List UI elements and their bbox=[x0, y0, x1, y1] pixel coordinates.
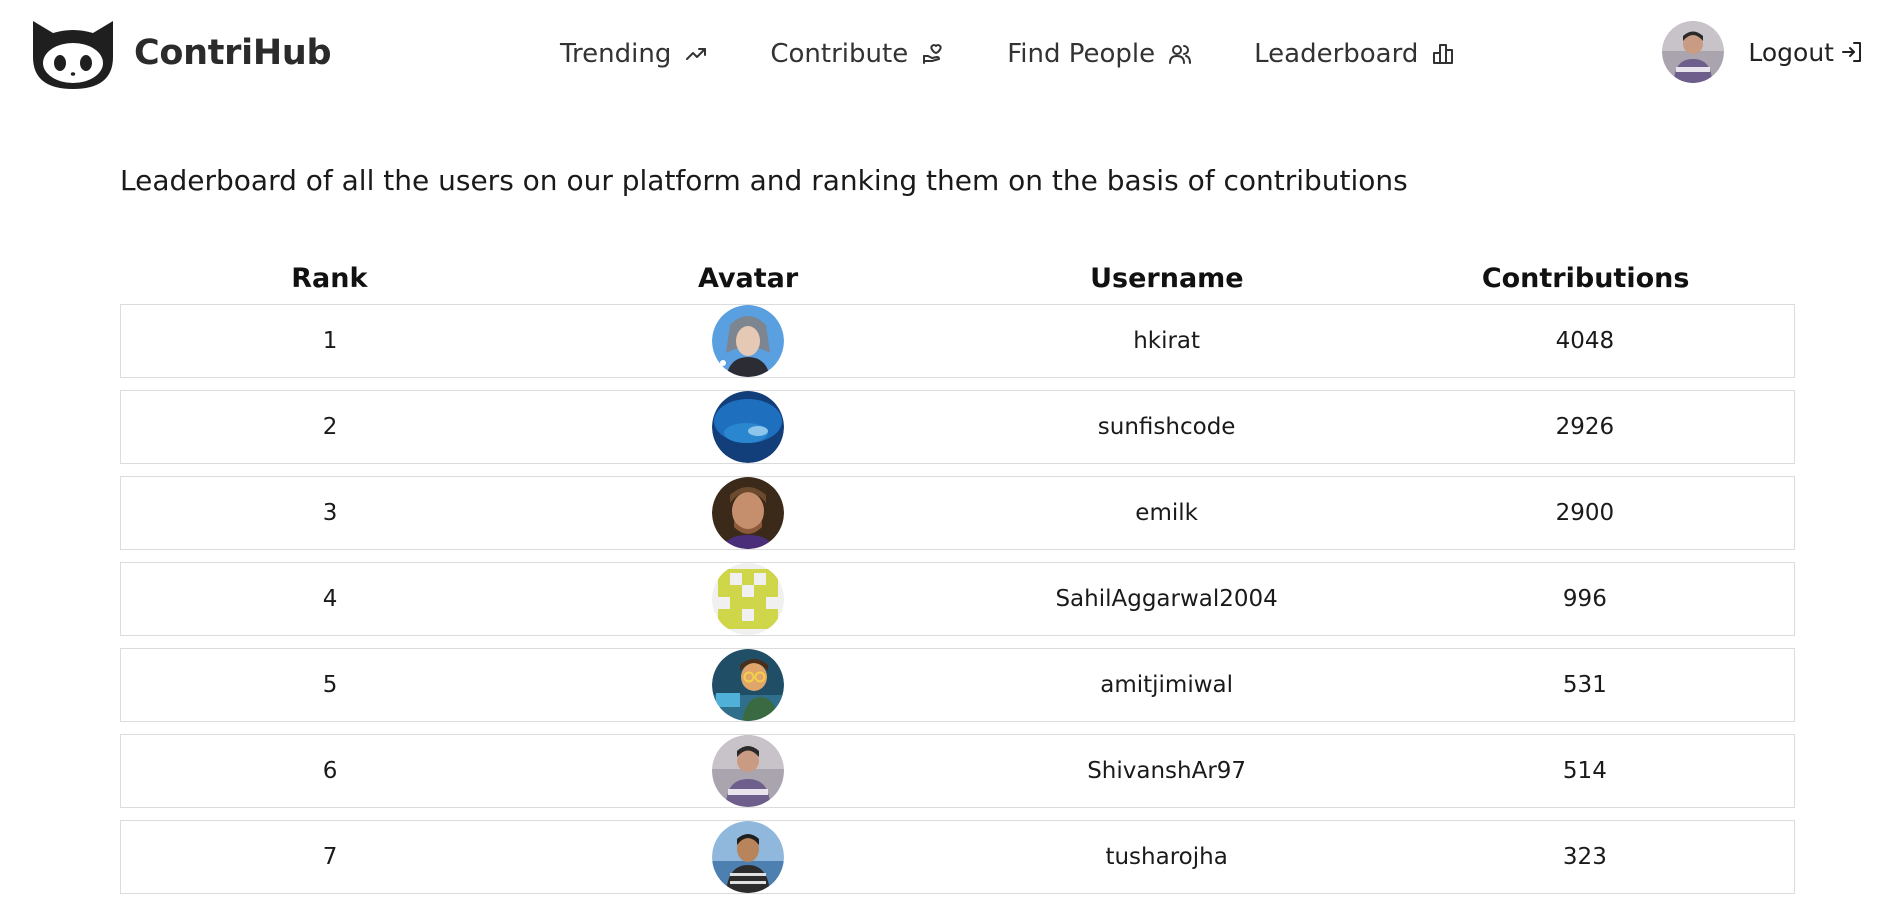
page-description: Leaderboard of all the users on our plat… bbox=[120, 164, 1408, 197]
user-avatar[interactable] bbox=[712, 563, 785, 635]
username-cell[interactable]: emilk bbox=[958, 500, 1376, 526]
username-cell[interactable]: SahilAggarwal2004 bbox=[958, 586, 1376, 612]
nav-item-label: Trending bbox=[560, 39, 672, 69]
table-row[interactable]: 6 ShivanshAr97 514 bbox=[120, 734, 1795, 808]
user-avatar[interactable] bbox=[712, 305, 785, 377]
github-octocat-icon bbox=[33, 21, 113, 89]
nav-item-label: Contribute bbox=[770, 39, 909, 69]
user-avatar[interactable] bbox=[712, 477, 785, 549]
nav-item-find-people[interactable]: Find People bbox=[1007, 39, 1192, 69]
nav-item-label: Leaderboard bbox=[1254, 39, 1419, 69]
nav-item-leaderboard[interactable]: Leaderboard bbox=[1254, 39, 1455, 69]
rank-cell: 2 bbox=[322, 414, 338, 440]
trending-up-icon bbox=[686, 48, 707, 60]
column-header-contributions: Contributions bbox=[1481, 262, 1690, 294]
table-row[interactable]: 5 amitjimiwal 531 bbox=[120, 648, 1795, 722]
user-avatar[interactable] bbox=[712, 821, 785, 893]
contributions-cell: 2900 bbox=[1555, 500, 1615, 526]
contributions-cell: 531 bbox=[1562, 672, 1607, 698]
main-nav: Trending Contribute Find People Leaderbo… bbox=[560, 26, 1455, 82]
table-row[interactable]: 7 tusharojha 323 bbox=[120, 820, 1795, 894]
brand-home-link[interactable]: ContriHub bbox=[29, 12, 332, 94]
column-header-username: Username bbox=[1090, 262, 1244, 294]
rank-cell: 4 bbox=[322, 586, 338, 612]
avatar-cell bbox=[539, 649, 957, 721]
column-header-avatar: Avatar bbox=[698, 262, 799, 294]
username-cell[interactable]: hkirat bbox=[958, 328, 1376, 354]
avatar-cell bbox=[539, 821, 957, 893]
contributions-cell: 323 bbox=[1562, 844, 1607, 870]
rank-cell: 3 bbox=[322, 500, 338, 526]
user-avatar[interactable] bbox=[712, 649, 785, 721]
username-cell[interactable]: sunfishcode bbox=[958, 414, 1376, 440]
avatar-cell bbox=[539, 735, 957, 807]
nav-item-label: Find People bbox=[1007, 39, 1156, 69]
log-in-icon bbox=[1842, 42, 1861, 62]
table-row[interactable]: 3 emilk 2900 bbox=[120, 476, 1795, 550]
avatar-cell bbox=[539, 563, 957, 635]
user-avatar[interactable] bbox=[712, 391, 785, 463]
table-row[interactable]: 4 SahilAggarwal2004 996 bbox=[120, 562, 1795, 636]
bar-chart-icon bbox=[1433, 44, 1454, 64]
rank-cell: 6 bbox=[322, 758, 338, 784]
user-avatar[interactable] bbox=[712, 735, 785, 807]
logout-label: Logout bbox=[1748, 37, 1834, 67]
contributions-cell: 2926 bbox=[1555, 414, 1615, 440]
users-icon bbox=[1169, 45, 1192, 64]
nav-item-contribute[interactable]: Contribute bbox=[770, 39, 945, 69]
brand-name: ContriHub bbox=[134, 33, 332, 73]
user-area: Logout bbox=[1662, 20, 1864, 84]
top-navbar: ContriHub Trending Contribute Find Peopl… bbox=[0, 0, 1894, 106]
leaderboard-table: Rank Avatar Username Contributions 1 hki… bbox=[120, 252, 1795, 906]
contributions-cell: 4048 bbox=[1555, 328, 1615, 354]
table-header: Rank Avatar Username Contributions bbox=[120, 252, 1795, 304]
rank-cell: 5 bbox=[322, 672, 338, 698]
user-avatar[interactable] bbox=[1662, 21, 1725, 83]
avatar-cell bbox=[539, 477, 957, 549]
avatar-cell bbox=[539, 391, 957, 463]
contributions-cell: 996 bbox=[1562, 586, 1607, 612]
username-cell[interactable]: ShivanshAr97 bbox=[958, 758, 1376, 784]
avatar-cell bbox=[539, 305, 957, 377]
username-cell[interactable]: tusharojha bbox=[958, 844, 1376, 870]
nav-item-trending[interactable]: Trending bbox=[560, 39, 708, 69]
username-cell[interactable]: amitjimiwal bbox=[958, 672, 1376, 698]
table-row[interactable]: 2 sunfishcode 2926 bbox=[120, 390, 1795, 464]
column-header-rank: Rank bbox=[291, 262, 368, 294]
rank-cell: 7 bbox=[322, 844, 338, 870]
table-row[interactable]: 1 hkirat 4048 bbox=[120, 304, 1795, 378]
hand-heart-icon bbox=[923, 44, 942, 64]
contributions-cell: 514 bbox=[1562, 758, 1607, 784]
logout-button[interactable]: Logout bbox=[1748, 38, 1864, 67]
rank-cell: 1 bbox=[322, 328, 338, 354]
